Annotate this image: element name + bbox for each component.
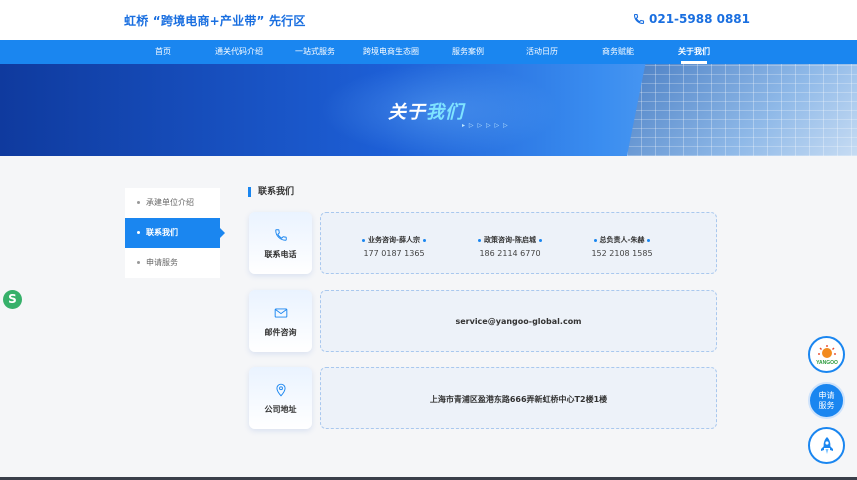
page-banner: 关于我们 ▸ ▷ ▷ ▷ ▷ ▷ xyxy=(0,64,857,156)
address-card-icon-box: 公司地址 xyxy=(249,367,312,429)
contact-number[interactable]: 177 0187 1365 xyxy=(339,249,449,258)
main-nav: 首页 通关代码介绍 一站式服务 跨境电商生态圈 服务案例 活动日历 商务赋能 关… xyxy=(0,40,857,64)
banner-title-part1: 关于 xyxy=(388,102,426,123)
site-brand[interactable]: 虹桥 “跨境电商+产业带” 先行区 xyxy=(124,12,306,29)
contact-name-text: 政策咨询-陈启城 xyxy=(484,236,536,244)
email-address[interactable]: service@yangoo-global.com xyxy=(321,317,716,326)
section-title: 联系我们 xyxy=(248,187,294,197)
phone-card-label: 联系电话 xyxy=(264,250,297,259)
banner-decoration: ▸ ▷ ▷ ▷ ▷ ▷ xyxy=(462,122,509,129)
apply-label-line1: 申请 xyxy=(818,390,835,400)
nav-item-about[interactable]: 关于我们 xyxy=(672,40,716,64)
contact-manager: 总负责人-朱赫 152 2108 1585 xyxy=(567,235,677,258)
sidebar-item-apply[interactable]: 申请服务 xyxy=(125,248,220,278)
phone-icon xyxy=(275,229,287,241)
apply-service-label: 申请 服务 xyxy=(819,391,835,411)
phone-card: 业务咨询-薛人宗 177 0187 1365 政策咨询-陈启城 186 2114… xyxy=(320,212,717,274)
top-header: 虹桥 “跨境电商+产业带” 先行区 021-5988 0881 xyxy=(0,0,857,40)
sidebar: 承建单位介绍 联系我们 申请服务 xyxy=(125,188,225,278)
email-card-label: 邮件咨询 xyxy=(264,328,297,337)
dot-icon xyxy=(538,238,542,242)
location-icon xyxy=(276,383,286,397)
nav-item-home[interactable]: 首页 xyxy=(148,40,178,64)
contact-business: 业务咨询-薛人宗 177 0187 1365 xyxy=(339,235,449,258)
address-card: 上海市青浦区盈港东路666弄新虹桥中心T2楼1楼 xyxy=(320,367,717,429)
nav-item-ecosystem[interactable]: 跨境电商生态圈 xyxy=(360,40,422,64)
contact-number[interactable]: 152 2108 1585 xyxy=(567,249,677,258)
nav-item-one-stop[interactable]: 一站式服务 xyxy=(292,40,338,64)
email-card: service@yangoo-global.com xyxy=(320,290,717,352)
dot-icon xyxy=(647,238,651,242)
bullet-icon xyxy=(137,261,140,264)
company-address: 上海市青浦区盈港东路666弄新虹桥中心T2楼1楼 xyxy=(429,395,608,404)
phone-card-icon-box: 联系电话 xyxy=(249,212,312,274)
header-phone: 021-5988 0881 xyxy=(633,12,750,26)
contact-name: 业务咨询-薛人宗 xyxy=(339,235,449,245)
yangoo-logo-button[interactable]: YANGOO xyxy=(808,336,845,373)
mail-icon xyxy=(274,308,288,318)
dot-icon xyxy=(593,238,597,242)
nav-item-customs-code[interactable]: 通关代码介绍 xyxy=(210,40,268,64)
nav-item-cases[interactable]: 服务案例 xyxy=(448,40,488,64)
banner-title-part2: 我们 xyxy=(426,102,464,123)
back-to-top-button[interactable] xyxy=(808,427,845,464)
nav-item-calendar[interactable]: 活动日历 xyxy=(522,40,562,64)
building-image xyxy=(627,64,857,156)
apply-label-line2: 服务 xyxy=(818,400,835,410)
contact-name-text: 总负责人-朱赫 xyxy=(599,236,645,244)
bullet-icon xyxy=(137,201,140,204)
header-phone-number: 021-5988 0881 xyxy=(649,12,751,26)
contact-name: 政策咨询-陈启城 xyxy=(455,235,565,245)
contact-name-text: 业务咨询-薛人宗 xyxy=(368,236,420,244)
dot-icon xyxy=(422,238,426,242)
sun-logo-icon: YANGOO xyxy=(816,344,838,366)
contact-number[interactable]: 186 2114 6770 xyxy=(455,249,565,258)
sidebar-item-label: 联系我们 xyxy=(146,228,178,237)
contact-policy: 政策咨询-陈启城 186 2114 6770 xyxy=(455,235,565,258)
sidebar-item-company-intro[interactable]: 承建单位介绍 xyxy=(125,188,220,218)
rocket-icon xyxy=(820,436,833,454)
phone-icon xyxy=(633,13,645,25)
logo-text: YANGOO xyxy=(816,360,838,366)
left-float-badge[interactable]: S xyxy=(3,290,22,309)
dot-icon xyxy=(362,238,366,242)
banner-title: 关于我们 xyxy=(388,98,464,124)
sidebar-item-contact[interactable]: 联系我们 xyxy=(125,218,225,248)
address-card-label: 公司地址 xyxy=(264,405,297,414)
bullet-icon xyxy=(137,231,140,234)
email-card-icon-box: 邮件咨询 xyxy=(249,290,312,352)
dot-icon xyxy=(478,238,482,242)
sidebar-item-label: 承建单位介绍 xyxy=(146,198,194,207)
apply-service-button[interactable]: 申请 服务 xyxy=(808,382,845,419)
nav-item-business[interactable]: 商务赋能 xyxy=(598,40,638,64)
contact-name: 总负责人-朱赫 xyxy=(567,235,677,245)
sidebar-item-label: 申请服务 xyxy=(146,258,178,267)
